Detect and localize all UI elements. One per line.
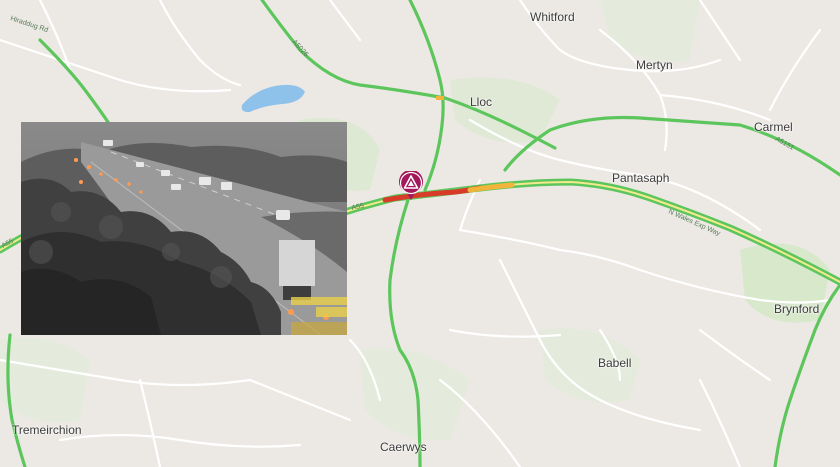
place-whitford: Whitford	[530, 10, 575, 24]
place-tremeirchion: Tremeirchion	[12, 423, 82, 437]
incident-marker[interactable]	[398, 169, 424, 201]
warning-triangle-icon	[399, 169, 423, 200]
place-caerwys: Caerwys	[380, 440, 427, 454]
place-lloc: Lloc	[470, 95, 493, 109]
place-brynford: Brynford	[774, 302, 820, 316]
place-pantasaph: Pantasaph	[612, 171, 670, 185]
place-babell: Babell	[598, 356, 632, 370]
place-carmel: Carmel	[754, 120, 793, 134]
traffic-camera-image[interactable]	[21, 122, 347, 335]
place-mertyn: Mertyn	[636, 58, 673, 72]
